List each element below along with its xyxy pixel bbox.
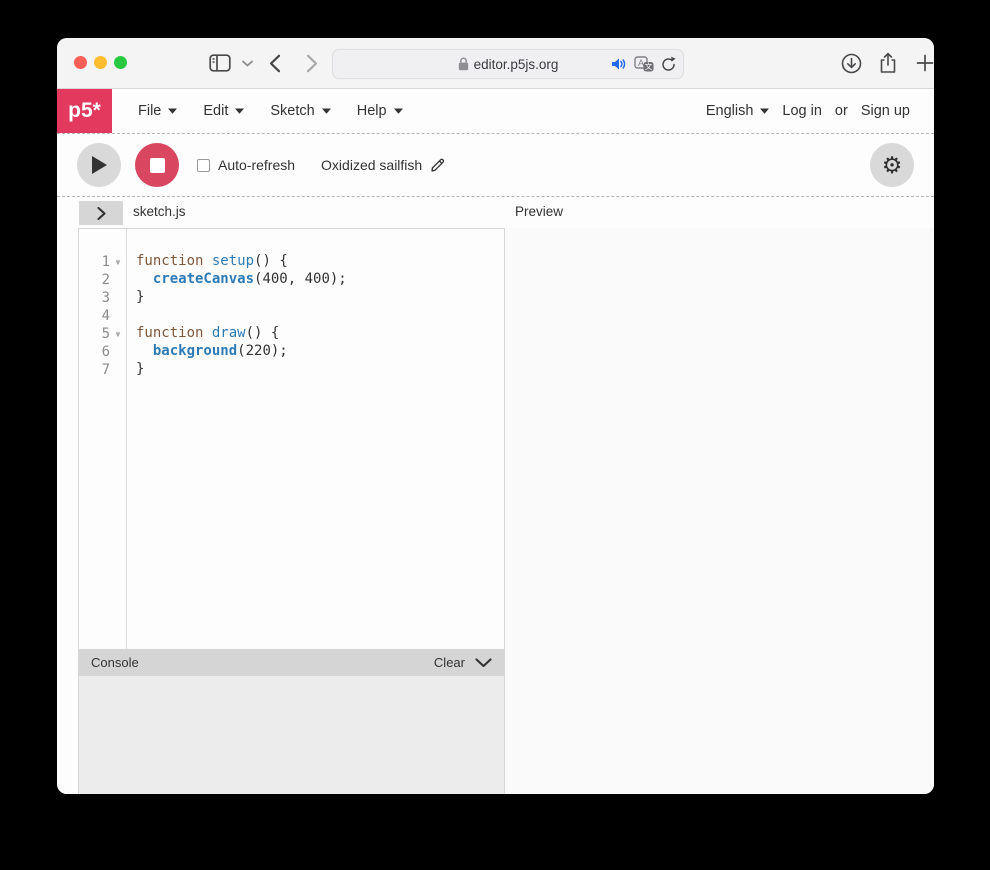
console-clear-button[interactable]: Clear (434, 655, 465, 670)
preview-panel (505, 228, 934, 794)
back-icon[interactable] (269, 38, 281, 88)
or-text: or (835, 103, 848, 119)
zoom-window-button[interactable] (114, 56, 127, 69)
line-number: 1 (79, 254, 110, 270)
settings-button[interactable]: ⚙ (870, 143, 914, 187)
chevron-down-icon (235, 108, 244, 114)
browser-window: editor.p5js.org A 文 (57, 38, 934, 794)
sketch-toolbar: Auto-refresh Oxidized sailfish ⚙ (57, 134, 934, 197)
console-output (79, 676, 504, 794)
svg-text:文: 文 (645, 61, 653, 71)
translate-icon[interactable]: A 文 (634, 56, 654, 72)
new-tab-icon[interactable] (916, 38, 934, 88)
main-content: sketch.js Preview 1▼2345▼67 function set… (57, 197, 934, 794)
console-header: Console Clear (79, 649, 504, 676)
code-line[interactable]: } (136, 289, 504, 307)
menu-file-label: File (138, 103, 161, 119)
menu-edit[interactable]: Edit (203, 103, 244, 119)
line-number: 7 (79, 362, 110, 378)
downloads-icon[interactable] (841, 38, 862, 88)
language-label: English (706, 103, 754, 119)
gutter-line: 6 (79, 343, 126, 361)
code-line[interactable]: function draw() { (136, 325, 504, 343)
line-number: 5 (79, 326, 110, 342)
forward-icon[interactable] (306, 38, 318, 88)
line-number: 3 (79, 290, 110, 306)
gutter-line: 5▼ (79, 325, 126, 343)
line-number: 4 (79, 308, 110, 324)
menu-file[interactable]: File (138, 103, 177, 119)
auto-refresh-checkbox[interactable] (197, 159, 210, 172)
stop-icon (150, 158, 165, 173)
menu-help[interactable]: Help (357, 103, 403, 119)
chevron-down-icon (760, 108, 769, 114)
auto-refresh-label: Auto-refresh (218, 157, 295, 173)
editor-console-panel: 1▼2345▼67 function setup() { createCanva… (78, 228, 505, 794)
sidebar-toggle-icon[interactable] (209, 38, 231, 88)
code-line[interactable]: createCanvas(400, 400); (136, 271, 504, 289)
chevron-down-icon (168, 108, 177, 114)
code-line[interactable]: background(220); (136, 343, 504, 361)
gutter-line: 1▼ (79, 253, 126, 271)
code-lines[interactable]: function setup() { createCanvas(400, 400… (127, 229, 504, 649)
code-editor[interactable]: 1▼2345▼67 function setup() { createCanva… (79, 229, 504, 649)
console-collapse-icon[interactable] (475, 658, 492, 668)
menu-sketch[interactable]: Sketch (270, 103, 330, 119)
chevron-down-icon (322, 108, 331, 114)
gutter-line: 3 (79, 289, 126, 307)
preview-title: Preview (515, 204, 563, 219)
app-nav-bar: p5* File Edit Sketch Help English Log in… (57, 89, 934, 134)
reload-icon[interactable] (661, 56, 676, 72)
chevron-right-icon (97, 207, 106, 220)
close-window-button[interactable] (74, 56, 87, 69)
chevron-down-icon (394, 108, 403, 114)
address-bar[interactable]: editor.p5js.org A 文 (332, 49, 684, 79)
console-title: Console (91, 655, 139, 670)
fold-arrow-icon[interactable]: ▼ (110, 330, 126, 339)
edit-project-name-icon[interactable] (431, 158, 445, 172)
stop-button[interactable] (135, 143, 179, 187)
p5-logo[interactable]: p5* (57, 89, 112, 133)
language-selector[interactable]: English (706, 103, 770, 119)
gutter-line: 4 (79, 307, 126, 325)
gutter-lines: 1▼2345▼67 (79, 229, 127, 649)
menu-help-label: Help (357, 103, 387, 119)
code-line[interactable] (136, 307, 504, 325)
sidebar-chevron-icon[interactable] (242, 38, 253, 88)
tab-sketch-js[interactable]: sketch.js (133, 204, 186, 219)
sidebar-expand-button[interactable] (79, 201, 123, 225)
menu-edit-label: Edit (203, 103, 228, 119)
share-icon[interactable] (879, 38, 897, 88)
project-name: Oxidized sailfish (321, 157, 422, 173)
signup-link[interactable]: Sign up (861, 103, 910, 119)
line-number: 6 (79, 344, 110, 360)
minimize-window-button[interactable] (94, 56, 107, 69)
gear-icon: ⚙ (882, 154, 903, 177)
gutter-line: 2 (79, 271, 126, 289)
play-icon (90, 155, 108, 175)
lock-icon (458, 57, 469, 71)
line-number: 2 (79, 272, 110, 288)
url-text: editor.p5js.org (474, 57, 559, 72)
tab-row: sketch.js Preview (57, 197, 934, 228)
code-line[interactable]: } (136, 361, 504, 379)
traffic-lights (74, 56, 127, 69)
fold-arrow-icon[interactable]: ▼ (110, 258, 126, 267)
play-button[interactable] (77, 143, 121, 187)
svg-text:A: A (638, 58, 644, 68)
code-line[interactable]: function setup() { (136, 253, 504, 271)
audio-playing-icon[interactable] (611, 57, 627, 71)
menu-sketch-label: Sketch (270, 103, 314, 119)
gutter-line: 7 (79, 361, 126, 379)
browser-toolbar: editor.p5js.org A 文 (57, 38, 934, 89)
login-link[interactable]: Log in (782, 103, 822, 119)
